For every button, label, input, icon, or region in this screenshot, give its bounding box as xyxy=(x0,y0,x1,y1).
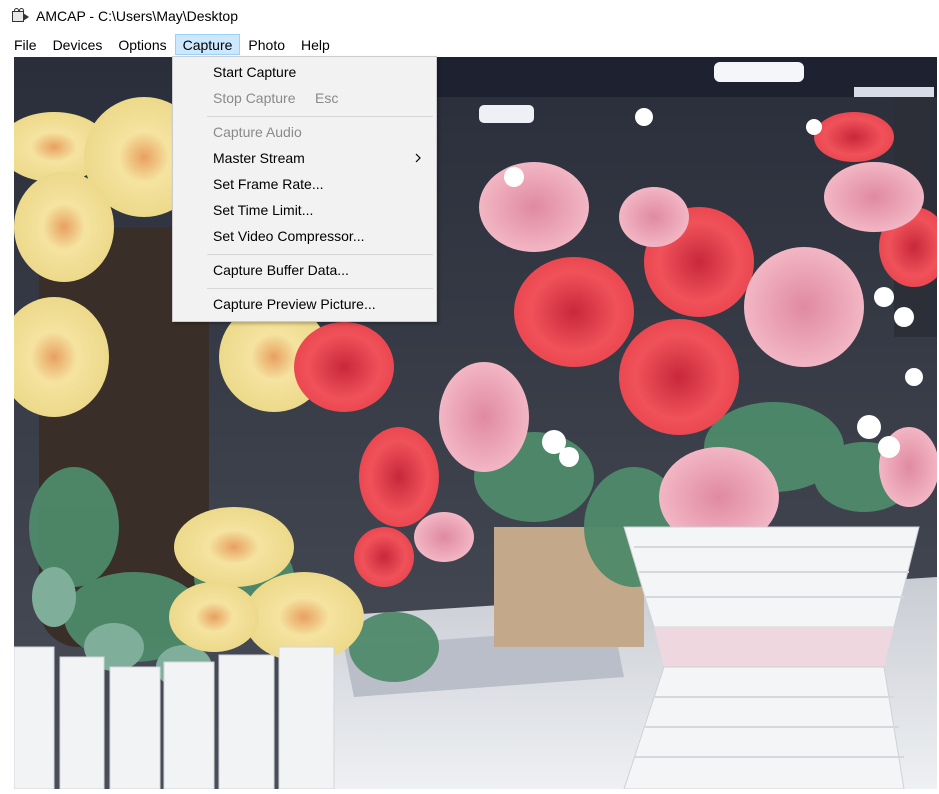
menu-item-label: Capture Preview Picture... xyxy=(213,296,376,312)
menu-item-capture-audio: Capture Audio xyxy=(173,120,436,144)
video-preview xyxy=(14,57,937,789)
chevron-right-icon xyxy=(414,146,422,170)
menu-file[interactable]: File xyxy=(6,34,45,55)
menu-item-label: Set Video Compressor... xyxy=(213,228,365,244)
menu-help[interactable]: Help xyxy=(293,34,338,55)
menu-item-start-capture[interactable]: Start Capture xyxy=(173,60,436,84)
menu-item-set-frame-rate[interactable]: Set Frame Rate... xyxy=(173,172,436,196)
menu-item-set-video-compressor[interactable]: Set Video Compressor... xyxy=(173,224,436,248)
menu-options[interactable]: Options xyxy=(110,34,174,55)
menu-devices[interactable]: Devices xyxy=(45,34,111,55)
menu-separator xyxy=(207,254,433,255)
menu-bar: File Devices Options Capture Photo Help xyxy=(0,33,939,56)
window-title: AMCAP - C:\Users\May\Desktop xyxy=(36,8,239,24)
menu-item-label: Start Capture xyxy=(213,64,297,80)
menu-separator xyxy=(207,116,433,117)
menu-separator xyxy=(207,288,433,289)
menu-item-set-time-limit[interactable]: Set Time Limit... xyxy=(173,198,436,222)
menu-item-capture-preview-picture[interactable]: Capture Preview Picture... xyxy=(173,292,436,316)
menu-photo[interactable]: Photo xyxy=(240,34,293,55)
menu-item-master-stream[interactable]: Master Stream xyxy=(173,146,436,170)
menu-item-shortcut: Esc xyxy=(315,90,339,106)
menu-capture[interactable]: Capture xyxy=(174,34,241,55)
menu-item-label: Set Time Limit... xyxy=(213,202,314,218)
capture-menu-dropdown: Start Capture Stop Capture Esc Capture A… xyxy=(172,56,437,322)
menu-item-capture-buffer-data[interactable]: Capture Buffer Data... xyxy=(173,258,436,282)
menu-item-label: Capture Buffer Data... xyxy=(213,262,349,278)
menu-item-label: Capture Audio xyxy=(213,124,302,140)
menu-item-label: Stop Capture xyxy=(213,90,296,106)
menu-item-label: Set Frame Rate... xyxy=(213,176,324,192)
title-bar[interactable]: AMCAP - C:\Users\May\Desktop xyxy=(0,0,939,32)
menu-item-label: Master Stream xyxy=(213,150,305,166)
menu-item-stop-capture: Stop Capture Esc xyxy=(173,86,436,110)
camera-icon xyxy=(12,8,30,24)
